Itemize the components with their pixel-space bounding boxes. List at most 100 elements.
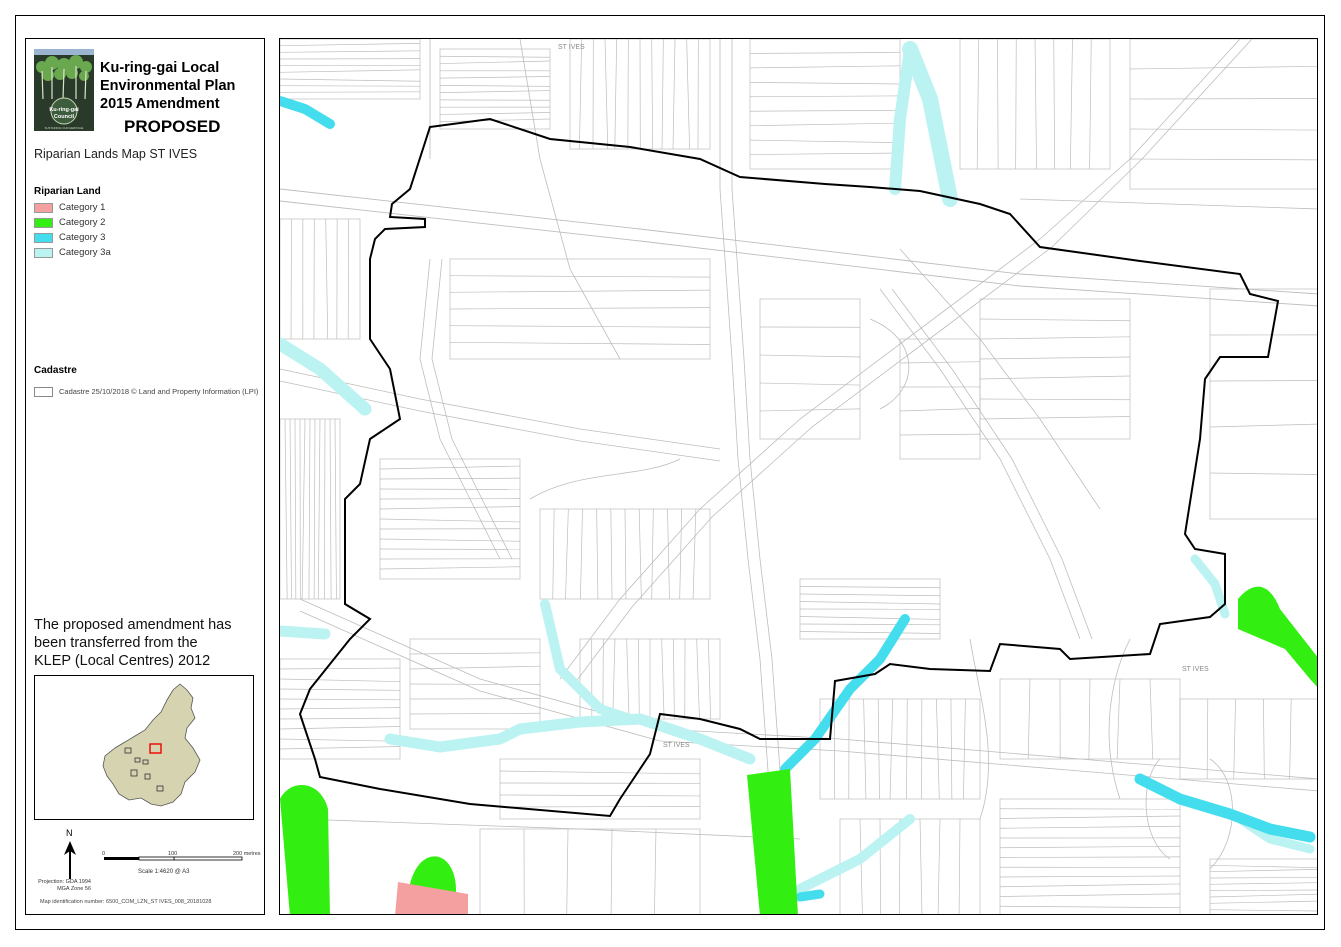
lot-boundary bbox=[610, 828, 613, 914]
street-block bbox=[479, 828, 701, 914]
lot-boundary bbox=[692, 508, 697, 600]
lot-boundary bbox=[379, 518, 521, 523]
lot-boundary bbox=[280, 667, 401, 670]
lot-boundary bbox=[280, 717, 401, 720]
lot-boundary bbox=[499, 794, 701, 797]
street-block bbox=[899, 338, 981, 460]
lot-boundary bbox=[1209, 380, 1317, 382]
lot-boundary bbox=[661, 638, 665, 720]
projection-line2: MGA Zone 56 bbox=[57, 885, 91, 892]
lot-boundary bbox=[651, 508, 654, 600]
lot-boundary bbox=[280, 746, 401, 750]
lot-boundary bbox=[919, 818, 923, 914]
lot-boundary bbox=[610, 508, 613, 600]
street-block bbox=[1129, 39, 1317, 190]
logo-text-2: Council bbox=[54, 114, 75, 120]
legend-item-category-1: Category 1 bbox=[34, 201, 105, 214]
lot-boundary bbox=[979, 336, 1131, 340]
lot-boundary bbox=[612, 638, 616, 720]
lot-boundary bbox=[439, 55, 551, 58]
lot-boundary bbox=[565, 508, 569, 600]
logo-tagline: SUSTAINING OUR HERITAGE bbox=[45, 126, 84, 130]
projection-note: Projection: GDA 1994 MGA Zone 56 bbox=[31, 879, 91, 892]
scale-tick-200: 200 metres bbox=[233, 851, 261, 857]
lot-boundary bbox=[439, 90, 551, 93]
lot-boundary bbox=[308, 418, 311, 600]
lot-boundary bbox=[950, 698, 953, 800]
north-arrow-icon bbox=[64, 841, 76, 879]
lot-boundary bbox=[877, 698, 880, 800]
lot-boundary bbox=[1209, 868, 1317, 873]
street-block bbox=[1209, 288, 1317, 520]
lot-boundary bbox=[1263, 698, 1265, 780]
lot-boundary bbox=[552, 508, 555, 600]
plan-title-line1: Ku-ring-gai Local bbox=[100, 60, 220, 76]
lot-boundary bbox=[859, 818, 863, 914]
lot-boundary bbox=[1209, 893, 1317, 898]
lot-boundary bbox=[1209, 889, 1317, 892]
map-canvas[interactable]: ST IVES ST IVES ST IVES bbox=[280, 39, 1318, 915]
lot-boundary bbox=[280, 698, 401, 701]
lot-boundary bbox=[889, 698, 894, 800]
scale-tick-0: 0 bbox=[102, 851, 106, 857]
lot-boundary bbox=[449, 275, 711, 278]
lot-boundary bbox=[280, 50, 421, 53]
plan-title-line3: 2015 Amendment bbox=[100, 96, 220, 112]
lot-boundary bbox=[499, 770, 701, 775]
lot-boundary bbox=[799, 631, 941, 634]
scale-tick-100: 100 bbox=[168, 851, 178, 857]
lot-boundary bbox=[334, 418, 337, 600]
lot-boundary bbox=[614, 39, 618, 150]
lot-boundary bbox=[999, 815, 1181, 819]
lot-boundary bbox=[759, 382, 861, 386]
lot-boundary bbox=[409, 712, 541, 715]
lot-boundary bbox=[1289, 698, 1292, 780]
lot-boundary bbox=[1088, 678, 1091, 760]
lot-boundary bbox=[1129, 98, 1317, 100]
lot-boundary bbox=[997, 39, 999, 170]
lot-boundary bbox=[936, 698, 940, 800]
lot-boundary bbox=[379, 465, 521, 470]
lot-boundary bbox=[329, 418, 332, 600]
note-line2: been transferred from the bbox=[34, 635, 198, 651]
inset-map-svg bbox=[102, 683, 201, 807]
lot-boundary bbox=[1116, 678, 1121, 760]
lot-boundary bbox=[899, 433, 981, 436]
lot-boundary bbox=[707, 638, 711, 720]
lot-boundary bbox=[749, 95, 901, 98]
lot-boundary bbox=[1233, 698, 1236, 780]
lot-boundary bbox=[979, 416, 1131, 420]
lot-boundary bbox=[379, 548, 521, 550]
lot-boundary bbox=[672, 39, 676, 150]
lot-boundary bbox=[379, 566, 521, 570]
lot-boundary bbox=[749, 52, 901, 54]
lot-boundary bbox=[879, 818, 881, 914]
cadastre-lots bbox=[280, 39, 1317, 914]
lot-boundary bbox=[749, 122, 901, 127]
lot-boundary bbox=[409, 683, 541, 685]
lot-boundary bbox=[906, 698, 908, 800]
lot-boundary bbox=[449, 307, 711, 310]
ku-ring-gai-area bbox=[102, 683, 201, 807]
lot-boundary bbox=[280, 726, 401, 730]
lot-boundary bbox=[1129, 65, 1317, 70]
lot-boundary bbox=[1209, 900, 1317, 904]
lot-boundary bbox=[799, 586, 941, 589]
lot-boundary bbox=[1209, 909, 1317, 912]
category-1-label: Category 1 bbox=[59, 202, 106, 213]
lot-boundary bbox=[999, 905, 1181, 909]
scale-ratio: Scale 1:4620 @ A3 bbox=[138, 869, 190, 875]
lot-boundary bbox=[379, 488, 521, 490]
lot-boundary bbox=[1209, 864, 1317, 869]
lot-boundary bbox=[439, 76, 551, 79]
lot-boundary bbox=[324, 418, 326, 600]
note-line1: The proposed amendment has bbox=[34, 617, 232, 633]
map-view[interactable]: ST IVES ST IVES ST IVES bbox=[279, 38, 1318, 915]
suburb-label-st-ives-mid: ST IVES bbox=[663, 742, 690, 749]
lot-boundary bbox=[301, 418, 306, 600]
lot-boundary bbox=[686, 39, 690, 150]
lot-boundary bbox=[280, 43, 421, 47]
lot-boundary bbox=[667, 508, 670, 600]
category-3a-swatch bbox=[34, 247, 53, 258]
lot-boundary bbox=[280, 707, 401, 710]
